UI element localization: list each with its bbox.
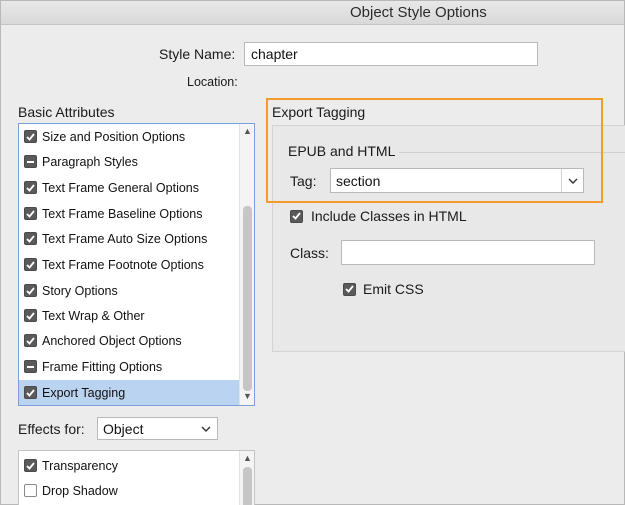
- list-item-label: Paragraph Styles: [42, 154, 138, 169]
- chevron-down-icon: [195, 418, 217, 439]
- effects-for-label: Effects for:: [18, 421, 85, 437]
- effects-list: Transparency Drop Shadow ▲: [18, 450, 255, 505]
- basic-attributes-scrollbar[interactable]: ▲ ▼: [239, 124, 254, 405]
- class-input[interactable]: [341, 240, 595, 265]
- checkbox-unchecked-icon[interactable]: [24, 484, 37, 497]
- checkbox-checked-icon[interactable]: [290, 209, 303, 223]
- effects-for-value: Object: [103, 420, 144, 437]
- title-bar: Object Style Options: [1, 1, 624, 25]
- checkbox-checked-icon[interactable]: [24, 207, 37, 220]
- list-item-label: Text Wrap & Other: [42, 308, 145, 323]
- list-item-label: Export Tagging: [42, 385, 126, 400]
- checkbox-checked-icon[interactable]: [24, 459, 37, 472]
- list-item-label: Drop Shadow: [42, 483, 118, 498]
- list-item-label: Text Frame Auto Size Options: [42, 231, 208, 246]
- object-style-options-dialog: Object Style Options Style Name: Locatio…: [0, 0, 625, 505]
- class-label: Class:: [290, 245, 329, 261]
- emit-css-label: Emit CSS: [363, 281, 424, 297]
- list-item-label: Frame Fitting Options: [42, 359, 163, 374]
- list-item-story-options[interactable]: Story Options: [19, 278, 237, 303]
- emit-css-checkbox[interactable]: Emit CSS: [343, 281, 424, 297]
- list-item-label: Text Frame Baseline Options: [42, 206, 203, 221]
- list-item-label: Transparency: [42, 458, 118, 473]
- list-item-text-frame-auto-size[interactable]: Text Frame Auto Size Options: [19, 226, 237, 251]
- list-item-size-position[interactable]: Size and Position Options: [19, 124, 237, 149]
- highlight-annotation: [266, 98, 603, 203]
- style-name-label: Style Name:: [159, 46, 236, 62]
- list-item-text-wrap[interactable]: Text Wrap & Other: [19, 303, 237, 328]
- checkbox-mixed-icon[interactable]: [24, 360, 37, 373]
- checkbox-checked-icon[interactable]: [343, 282, 356, 296]
- checkbox-checked-icon[interactable]: [24, 232, 37, 245]
- list-item-label: Size and Position Options: [42, 129, 186, 144]
- scroll-down-icon[interactable]: ▼: [243, 392, 252, 401]
- effects-for-dropdown[interactable]: Object: [97, 417, 218, 440]
- basic-attributes-list: Size and Position Options Paragraph Styl…: [18, 123, 255, 406]
- scrollbar-thumb[interactable]: [243, 467, 252, 505]
- list-item-transparency[interactable]: Transparency: [19, 453, 237, 478]
- checkbox-checked-icon[interactable]: [24, 309, 37, 322]
- scroll-up-icon[interactable]: ▲: [243, 454, 252, 463]
- list-item-label: Text Frame General Options: [42, 180, 200, 195]
- include-classes-checkbox[interactable]: Include Classes in HTML: [290, 208, 467, 224]
- list-item-text-frame-baseline[interactable]: Text Frame Baseline Options: [19, 201, 237, 226]
- scrollbar-thumb[interactable]: [243, 206, 252, 391]
- list-item-frame-fitting[interactable]: Frame Fitting Options: [19, 354, 237, 379]
- list-item-label: Story Options: [42, 283, 118, 298]
- checkbox-checked-icon[interactable]: [24, 258, 37, 271]
- list-item-drop-shadow[interactable]: Drop Shadow: [19, 478, 237, 503]
- list-item-label: Anchored Object Options: [42, 333, 182, 348]
- list-item-paragraph-styles[interactable]: Paragraph Styles: [19, 149, 237, 174]
- scroll-up-icon[interactable]: ▲: [243, 127, 252, 136]
- checkbox-checked-icon[interactable]: [24, 334, 37, 347]
- checkbox-checked-icon[interactable]: [24, 284, 37, 297]
- list-item-text-frame-general[interactable]: Text Frame General Options: [19, 175, 237, 200]
- include-classes-label: Include Classes in HTML: [311, 208, 467, 224]
- checkbox-checked-icon[interactable]: [24, 181, 37, 194]
- list-item-anchored-object[interactable]: Anchored Object Options: [19, 328, 237, 353]
- location-label: Location:: [187, 75, 238, 89]
- basic-attributes-heading: Basic Attributes: [18, 104, 115, 120]
- checkbox-checked-icon[interactable]: [24, 130, 37, 143]
- list-item-label: Text Frame Footnote Options: [42, 257, 204, 272]
- window-title: Object Style Options: [350, 4, 487, 21]
- style-name-input[interactable]: [244, 42, 538, 66]
- checkbox-mixed-icon[interactable]: [24, 155, 37, 168]
- list-item-text-frame-footnote[interactable]: Text Frame Footnote Options: [19, 252, 237, 277]
- checkbox-checked-icon[interactable]: [24, 386, 37, 399]
- effects-scrollbar[interactable]: ▲: [239, 451, 254, 505]
- list-item-export-tagging[interactable]: Export Tagging: [19, 380, 239, 405]
